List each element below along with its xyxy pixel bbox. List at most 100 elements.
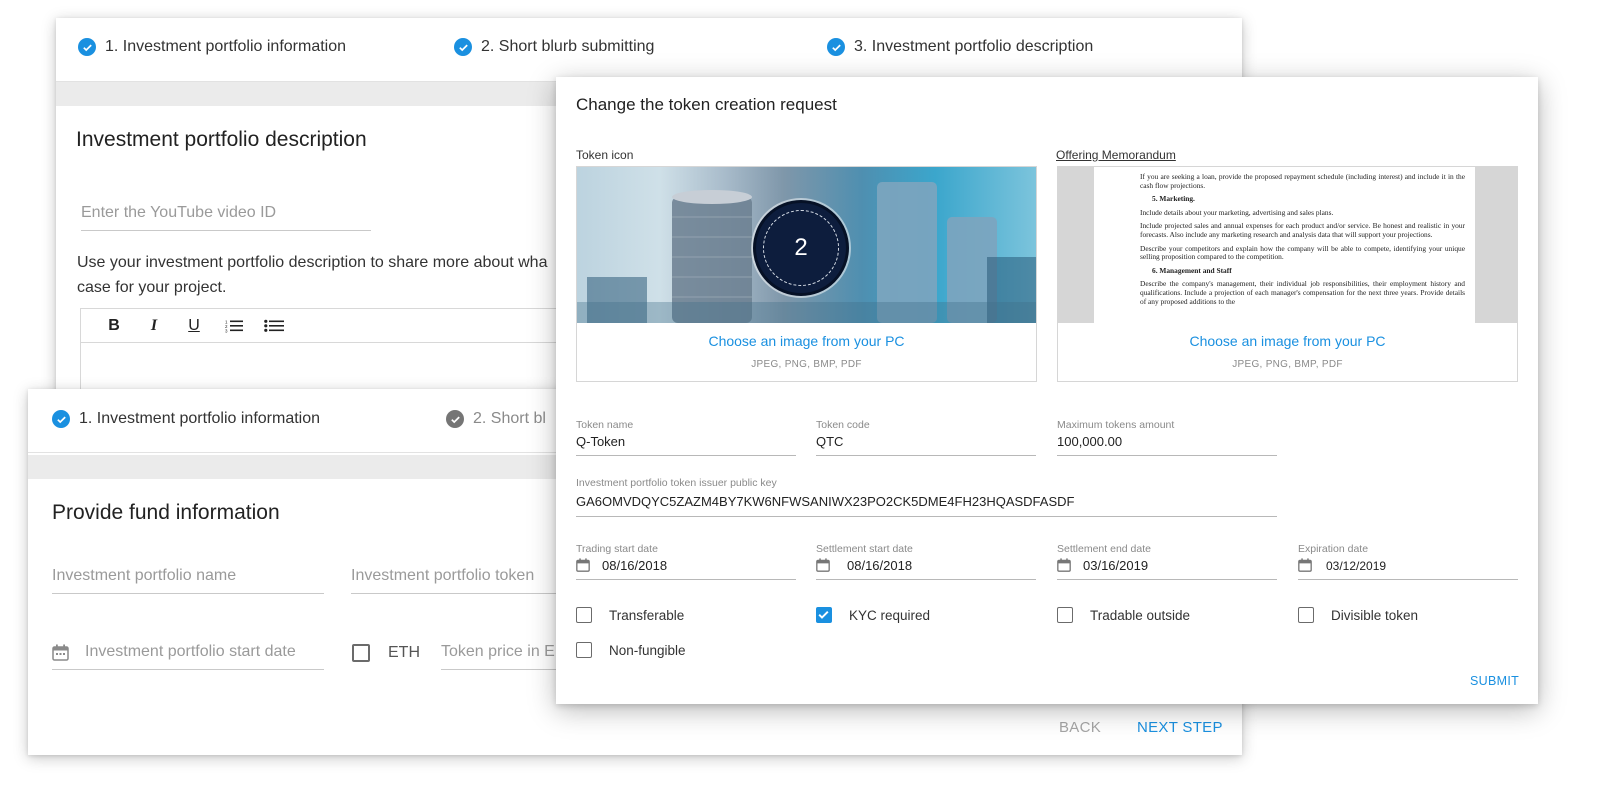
transferable-checkbox-row[interactable]: Transferable <box>576 607 684 623</box>
field-value: Q-Token <box>576 434 626 449</box>
file-types-hint: JPEG, PNG, BMP, PDF <box>1232 359 1343 370</box>
checkbox-label: Divisible token <box>1331 607 1419 623</box>
token-name-field[interactable]: Token name Q-Token <box>576 419 796 456</box>
bullet-list-icon[interactable] <box>263 315 285 337</box>
step-portfolio-information[interactable]: 1. Investment portfolio information <box>52 410 320 428</box>
max-tokens-field[interactable]: Maximum tokens amount 100,000.00 <box>1057 419 1277 456</box>
step-portfolio-description[interactable]: 3. Investment portfolio description <box>827 38 1093 56</box>
token-badge: 2 <box>753 200 849 296</box>
field-value: GA6OMVDQYC5ZAZM4BY7KW6NFWSANIWX23PO2CK5D… <box>576 494 1075 509</box>
check-circle-icon <box>454 38 472 56</box>
section-title: Investment portfolio description <box>76 128 367 151</box>
check-circle-icon <box>78 38 96 56</box>
file-types-hint: JPEG, PNG, BMP, PDF <box>751 359 862 370</box>
divisible-checkbox-row[interactable]: Divisible token <box>1298 607 1418 623</box>
step-portfolio-information[interactable]: 1. Investment portfolio information <box>78 38 346 56</box>
youtube-id-input[interactable]: Enter the YouTube video ID <box>81 204 371 231</box>
expiration-date-field[interactable]: Expiration date 03/12/2019 <box>1298 543 1518 580</box>
step-label: 2. Short bl <box>473 410 546 427</box>
step-label: 2. Short blurb submitting <box>481 38 655 55</box>
check-circle-icon <box>52 410 70 428</box>
field-value: 08/16/2018 <box>602 558 668 573</box>
field-label: Settlement start date <box>816 543 913 555</box>
token-code-field[interactable]: Token code QTC <box>816 419 1036 456</box>
calendar-icon[interactable] <box>576 558 590 577</box>
choose-image-link[interactable]: Choose an image from your PC <box>577 333 1036 349</box>
field-label: Expiration date <box>1298 543 1369 555</box>
divisible-checkbox[interactable] <box>1298 607 1314 623</box>
memorandum-preview: If you are seeking a loan, provide the p… <box>1058 167 1517 323</box>
description-help-text: Use your investment portfolio descriptio… <box>77 250 577 300</box>
token-icon-label: Token icon <box>576 148 634 162</box>
choose-image-link[interactable]: Choose an image from your PC <box>1058 333 1517 349</box>
checkbox-checked-icon[interactable] <box>816 607 832 623</box>
settlement-end-date-field[interactable]: Settlement end date 03/16/2019 <box>1057 543 1277 580</box>
non-fungible-checkbox[interactable] <box>576 642 592 658</box>
field-label: Maximum tokens amount <box>1057 419 1175 431</box>
step-label: 3. Investment portfolio description <box>854 38 1094 55</box>
underline-icon[interactable]: U <box>183 315 205 337</box>
eth-label: ETH <box>388 644 420 661</box>
checkbox-label: Transferable <box>609 607 685 623</box>
dialog-title: Change the token creation request <box>576 95 837 114</box>
start-date-placeholder: Investment portfolio start date <box>85 643 296 660</box>
doc-paragraph: Describe the company's management, their… <box>1140 279 1465 306</box>
step-label: 1. Investment portfolio information <box>105 38 347 55</box>
next-step-button[interactable]: NEXT STEP <box>1137 719 1223 736</box>
doc-paragraph: If you are seeking a loan, provide the p… <box>1140 172 1465 190</box>
memorandum-label[interactable]: Offering Memorandum <box>1056 148 1176 162</box>
portfolio-name-input[interactable]: Investment portfolio name <box>52 567 324 594</box>
doc-paragraph: Include details about your marketing, ad… <box>1140 207 1334 217</box>
kyc-checkbox-row[interactable]: KYC required <box>816 607 930 623</box>
submit-button[interactable]: SUBMIT <box>1470 674 1519 688</box>
token-icon-preview: 2 <box>577 167 1036 323</box>
field-value: 03/12/2019 <box>1326 559 1387 573</box>
memorandum-upload[interactable]: If you are seeking a loan, provide the p… <box>1057 166 1518 382</box>
token-request-dialog: Change the token creation request Token … <box>556 77 1538 704</box>
field-value: 03/16/2019 <box>1083 558 1149 573</box>
step-label: 1. Investment portfolio information <box>79 410 321 427</box>
back-button[interactable]: BACK <box>1059 719 1101 736</box>
eth-checkbox[interactable] <box>352 644 370 662</box>
field-value: 100,000.00 <box>1057 434 1123 449</box>
token-price-input[interactable]: Token price in E <box>441 643 556 670</box>
tradable-outside-checkbox-row[interactable]: Tradable outside <box>1057 607 1190 623</box>
checkbox-label: Tradable outside <box>1090 607 1191 623</box>
field-label: Investment portfolio token issuer public… <box>576 477 777 489</box>
step-short-blurb[interactable]: 2. Short blurb submitting <box>454 38 654 56</box>
portfolio-token-input[interactable]: Investment portfolio token <box>351 567 556 594</box>
step-short-blurb[interactable]: 2. Short bl <box>446 410 546 428</box>
stepper: 1. Investment portfolio information 2. S… <box>56 18 1242 82</box>
svg-text:3: 3 <box>225 328 228 333</box>
help-text-line: case for your project. <box>77 279 227 296</box>
calendar-icon[interactable] <box>816 558 830 577</box>
editor-toolbar: B I U 123 <box>81 309 579 343</box>
field-label: Settlement end date <box>1057 543 1151 555</box>
public-key-field[interactable]: Investment portfolio token issuer public… <box>576 477 1277 517</box>
trading-start-date-field[interactable]: Trading start date 08/16/2018 <box>576 543 796 580</box>
check-circle-icon <box>827 38 845 56</box>
bold-icon[interactable]: B <box>103 315 125 337</box>
token-icon-upload[interactable]: 2 Choose an image from your PC JPEG, PNG… <box>576 166 1037 382</box>
italic-icon[interactable]: I <box>143 315 165 337</box>
token-badge-number: 2 <box>794 234 808 261</box>
start-date-input[interactable]: Investment portfolio start date <box>52 643 324 670</box>
doc-paragraph: Include projected sales and annual expen… <box>1140 221 1465 239</box>
calendar-icon[interactable] <box>1057 558 1071 577</box>
non-fungible-checkbox-row[interactable]: Non-fungible <box>576 642 686 658</box>
field-label: Token code <box>816 419 870 431</box>
check-circle-icon <box>446 410 464 428</box>
section-title: Provide fund information <box>52 501 280 524</box>
checkbox-label: Non-fungible <box>609 642 686 658</box>
calendar-icon <box>52 644 69 666</box>
transferable-checkbox[interactable] <box>576 607 592 623</box>
doc-paragraph: Describe your competitors and explain ho… <box>1140 243 1465 262</box>
doc-heading: 6. Management and Staff <box>1152 265 1232 275</box>
settlement-start-date-field[interactable]: Settlement start date 08/16/2018 <box>816 543 1036 580</box>
document-page: If you are seeking a loan, provide the p… <box>1094 167 1475 323</box>
calendar-icon[interactable] <box>1298 558 1312 577</box>
help-text-line: Use your investment portfolio descriptio… <box>77 254 548 271</box>
tradable-outside-checkbox[interactable] <box>1057 607 1073 623</box>
eth-checkbox-row[interactable]: ETH <box>352 644 420 662</box>
ordered-list-icon[interactable]: 123 <box>223 315 245 337</box>
